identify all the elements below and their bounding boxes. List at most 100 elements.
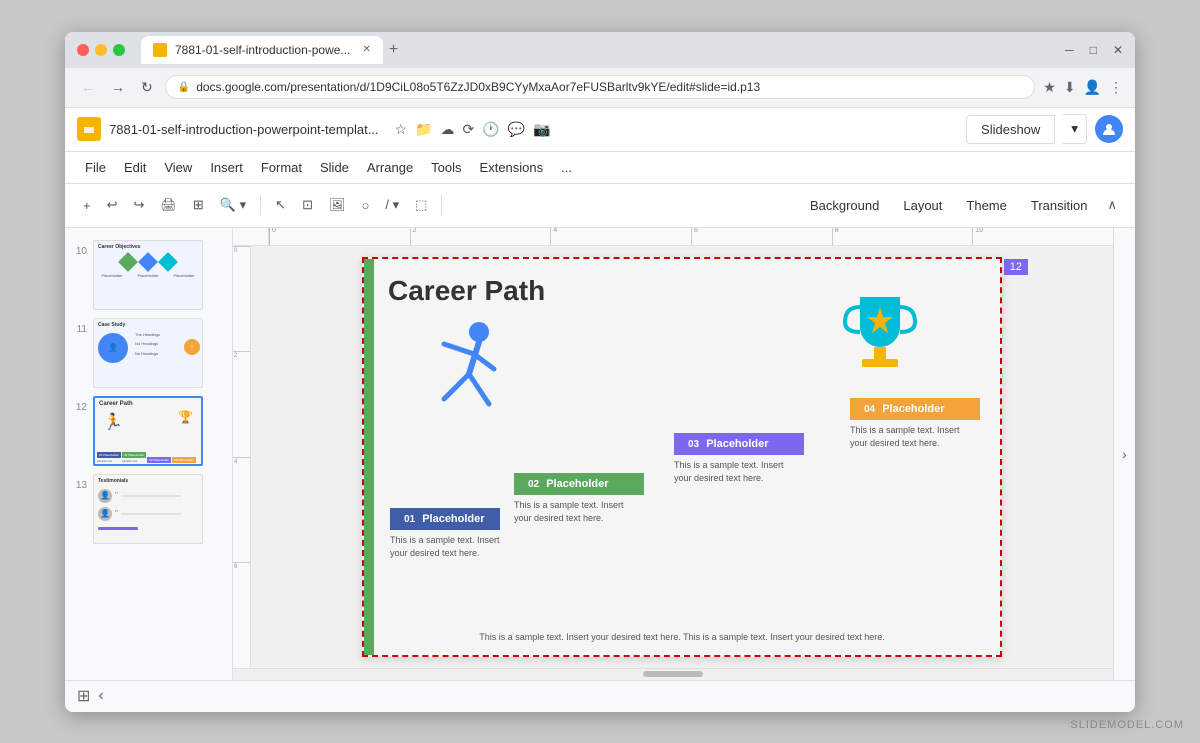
menu-insert[interactable]: Insert bbox=[202, 156, 251, 179]
grid-view-btn[interactable]: ⊞ bbox=[77, 686, 90, 706]
minimize-btn[interactable] bbox=[95, 44, 107, 56]
toolbar-right: Background Layout Theme Transition ∧ bbox=[800, 193, 1123, 217]
history-icon[interactable]: 🕐 bbox=[482, 121, 499, 138]
sync-icon[interactable]: ⟳ bbox=[463, 121, 475, 138]
slide-panel: 10 Career Objectives Placeholder Placeho… bbox=[65, 228, 233, 680]
paint-format-button[interactable]: ⊞ bbox=[187, 193, 210, 217]
left-accent bbox=[364, 259, 374, 655]
ellipse-tool[interactable]: ○ bbox=[355, 194, 375, 217]
tab-favicon bbox=[153, 43, 167, 57]
shape-tool[interactable]: ⊡ bbox=[296, 193, 319, 217]
menu-format[interactable]: Format bbox=[253, 156, 310, 179]
line-tool[interactable]: / ▾ bbox=[379, 193, 405, 217]
win-minimize[interactable]: ─ bbox=[1065, 43, 1074, 57]
refresh-button[interactable]: ↻ bbox=[137, 77, 157, 98]
menu-more[interactable]: ... bbox=[553, 156, 580, 179]
main-content: 10 Career Objectives Placeholder Placeho… bbox=[65, 228, 1135, 680]
undo-button[interactable]: ↩ bbox=[101, 193, 124, 217]
background-btn[interactable]: Background bbox=[800, 194, 889, 217]
menu-view[interactable]: View bbox=[156, 156, 200, 179]
back-button[interactable]: ← bbox=[77, 77, 99, 97]
slideshow-button[interactable]: Slideshow bbox=[966, 115, 1055, 144]
transition-btn[interactable]: Transition bbox=[1021, 194, 1098, 217]
app-icon bbox=[77, 117, 101, 141]
layout-btn[interactable]: Layout bbox=[893, 194, 952, 217]
win-restore[interactable]: □ bbox=[1090, 43, 1097, 57]
new-tab-button[interactable]: + bbox=[383, 41, 404, 59]
slide-area-container: 0 2 4 6 12 bbox=[233, 246, 1113, 668]
address-actions: ★ ⬇ 👤 ⋮ bbox=[1043, 79, 1123, 96]
close-btn[interactable] bbox=[77, 44, 89, 56]
window-controls: ─ □ ✕ bbox=[1065, 43, 1123, 57]
zoom-button[interactable]: 🔍 ▾ bbox=[214, 193, 252, 217]
maximize-btn[interactable] bbox=[113, 44, 125, 56]
app-header: 7881-01-self-introduction-powerpoint-tem… bbox=[65, 108, 1135, 152]
address-bar: ← → ↻ 🔒 docs.google.com/presentation/d/1… bbox=[65, 68, 1135, 108]
forward-button[interactable]: → bbox=[107, 77, 129, 97]
browser-titlebar: 7881-01-self-introduction-powe... ✕ + ─ … bbox=[65, 32, 1135, 68]
slide-item-12[interactable]: 12 Career Path 🏃 🏆 01 Placeholder sample… bbox=[65, 392, 232, 470]
scrollbar-horizontal[interactable] bbox=[233, 668, 1113, 680]
menu-extensions[interactable]: Extensions bbox=[472, 156, 552, 179]
folder-icon[interactable]: 📁 bbox=[415, 121, 432, 138]
download-icon[interactable]: ⬇ bbox=[1064, 79, 1076, 96]
step-3-text: This is a sample text. Insert your desir… bbox=[674, 459, 794, 484]
redo-button[interactable]: ↪ bbox=[128, 193, 151, 217]
more-icon[interactable]: ⋮ bbox=[1109, 79, 1123, 96]
watermark: SLIDEMODEL.COM bbox=[1070, 719, 1184, 731]
slide-title: Career Path bbox=[388, 275, 545, 306]
lock-icon: 🔒 bbox=[178, 82, 190, 93]
slide-item-13[interactable]: 13 Testimonials 👤 " 👤 " bbox=[65, 470, 232, 548]
header-icons: ☆ 📁 ☁ ⟳ 🕐 💬 📷 bbox=[395, 121, 551, 138]
collapse-toolbar-btn[interactable]: ∧ bbox=[1101, 193, 1123, 217]
tab-close-btn[interactable]: ✕ bbox=[362, 44, 370, 55]
win-close[interactable]: ✕ bbox=[1113, 43, 1123, 57]
star-icon[interactable]: ☆ bbox=[395, 121, 408, 138]
slide-number-13: 13 bbox=[73, 480, 87, 491]
theme-btn[interactable]: Theme bbox=[956, 194, 1016, 217]
right-panel-collapse[interactable]: › bbox=[1113, 228, 1135, 680]
slide-title-area: Career Path bbox=[388, 275, 545, 307]
menu-bar: File Edit View Insert Format Slide Arran… bbox=[65, 152, 1135, 184]
ruler-horizontal: 0 2 4 6 8 10 bbox=[233, 228, 1113, 246]
slide-number-12: 12 bbox=[73, 402, 87, 413]
user-avatar[interactable] bbox=[1095, 115, 1123, 143]
footer: ⊞ ‹ bbox=[65, 680, 1135, 712]
slide-workspace: 0 2 4 6 8 10 0 2 bbox=[233, 228, 1113, 680]
slide-item-10[interactable]: 10 Career Objectives Placeholder Placeho… bbox=[65, 236, 232, 314]
step-4-text: This is a sample text. Insert your desir… bbox=[850, 424, 970, 449]
menu-arrange[interactable]: Arrange bbox=[359, 156, 421, 179]
add-button[interactable]: + bbox=[77, 194, 97, 217]
address-text: docs.google.com/presentation/d/1D9CiL08o… bbox=[196, 80, 760, 94]
select-tool[interactable]: ↖ bbox=[269, 193, 292, 217]
account-icon[interactable]: 👤 bbox=[1084, 79, 1101, 96]
print-button[interactable]: 🖨 bbox=[154, 193, 183, 217]
slideshow-dropdown[interactable]: ▾ bbox=[1063, 114, 1087, 144]
menu-file[interactable]: File bbox=[77, 156, 114, 179]
bookmark-icon[interactable]: ★ bbox=[1043, 79, 1056, 96]
scrollbar-thumb-h bbox=[643, 671, 703, 677]
slide-number-10: 10 bbox=[73, 246, 87, 257]
image-tool[interactable]: 🖼 bbox=[323, 193, 352, 217]
browser-controls bbox=[77, 44, 125, 56]
panel-collapse-btn[interactable]: ‹ bbox=[98, 687, 103, 705]
runner-figure bbox=[424, 314, 514, 429]
menu-edit[interactable]: Edit bbox=[116, 156, 154, 179]
tab-bar: 7881-01-self-introduction-powe... ✕ + bbox=[141, 36, 1057, 64]
menu-tools[interactable]: Tools bbox=[423, 156, 469, 179]
main-slide[interactable]: 12 Career Path bbox=[362, 257, 1002, 657]
slide-thumbnail-13: Testimonials 👤 " 👤 " bbox=[93, 474, 203, 544]
slide-item-11[interactable]: 11 Case Study 👤 The Headings No Headings… bbox=[65, 314, 232, 392]
slide-area: 12 Career Path bbox=[251, 246, 1113, 668]
camera-icon[interactable]: 📷 bbox=[533, 121, 550, 138]
ruler-vertical: 0 2 4 6 bbox=[233, 246, 251, 668]
active-tab[interactable]: 7881-01-self-introduction-powe... ✕ bbox=[141, 36, 383, 64]
menu-slide[interactable]: Slide bbox=[312, 156, 357, 179]
text-tool[interactable]: ⬚ bbox=[409, 193, 433, 217]
address-input[interactable]: 🔒 docs.google.com/presentation/d/1D9CiL0… bbox=[165, 75, 1036, 99]
slide-thumbnail-12: Career Path 🏃 🏆 01 Placeholder sample te… bbox=[93, 396, 203, 466]
cloud-icon[interactable]: ☁ bbox=[441, 121, 455, 138]
step-1: 01 Placeholder This is a sample text. In… bbox=[390, 508, 500, 559]
app-title: 7881-01-self-introduction-powerpoint-tem… bbox=[109, 122, 379, 137]
chat-icon[interactable]: 💬 bbox=[508, 121, 525, 138]
